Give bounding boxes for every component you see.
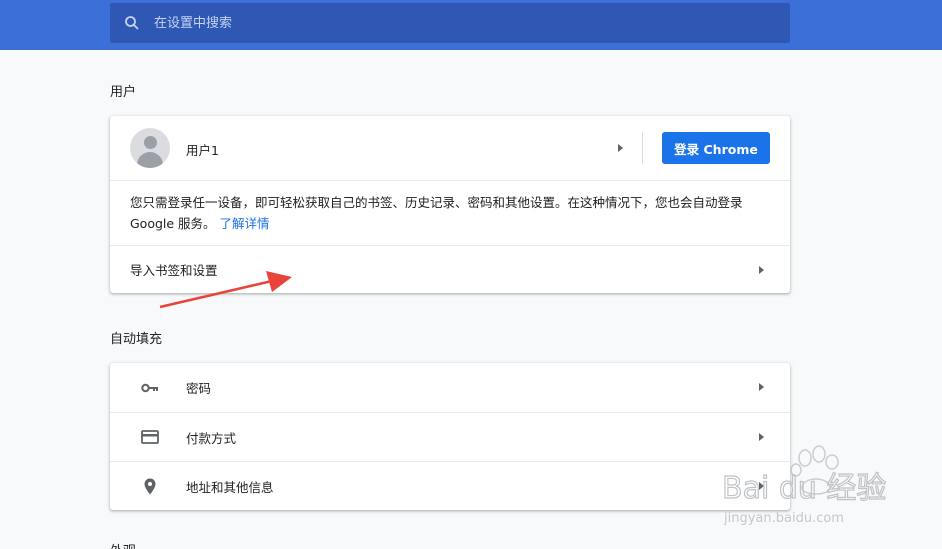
credit-card-icon [140, 427, 160, 447]
location-pin-icon [140, 476, 160, 496]
chevron-right-icon [618, 144, 623, 152]
import-bookmarks-row[interactable]: 导入书签和设置 [110, 245, 790, 293]
autofill-section-title: 自动填充 [110, 332, 163, 347]
payment-methods-row[interactable]: 付款方式 [110, 412, 790, 461]
divider [642, 132, 643, 164]
learn-more-link[interactable]: 了解详情 [220, 216, 270, 231]
autofill-card: 密码 付款方式 地址和其他信息 [110, 363, 790, 510]
search-icon [110, 3, 154, 43]
chevron-right-icon [759, 383, 764, 391]
payment-methods-label: 付款方式 [186, 430, 237, 446]
settings-header [0, 0, 942, 50]
appearance-section-title: 外观 [110, 540, 136, 549]
chevron-right-icon [759, 266, 764, 274]
settings-search-box[interactable] [110, 3, 790, 43]
import-bookmarks-label: 导入书签和设置 [130, 263, 218, 278]
watermark-text: Bai du 经验 [722, 471, 886, 506]
sign-in-description: 您只需登录任一设备，即可轻松获取自己的书签、历史记录、密码和其他设置。在这种情况… [110, 180, 790, 245]
avatar [130, 128, 170, 168]
addresses-row[interactable]: 地址和其他信息 [110, 461, 790, 510]
passwords-label: 密码 [186, 381, 212, 396]
addresses-label: 地址和其他信息 [186, 479, 274, 495]
user-name: 用户1 [186, 143, 219, 158]
people-card: 用户1 登录 Chrome 您只需登录任一设备，即可轻松获取自己的书签、历史记录… [110, 116, 790, 293]
people-section-title: 用户 [110, 85, 137, 100]
search-input[interactable] [154, 3, 790, 43]
sign-in-chrome-button[interactable]: 登录 Chrome [662, 132, 770, 164]
key-icon [140, 378, 160, 398]
user-profile-row[interactable]: 用户1 登录 Chrome [110, 116, 790, 180]
watermark-url: jingyan.baidu.com [723, 511, 844, 526]
baidu-watermark: Bai du 经验 jingyan.baidu.com [720, 440, 900, 530]
passwords-row[interactable]: 密码 [110, 363, 790, 412]
